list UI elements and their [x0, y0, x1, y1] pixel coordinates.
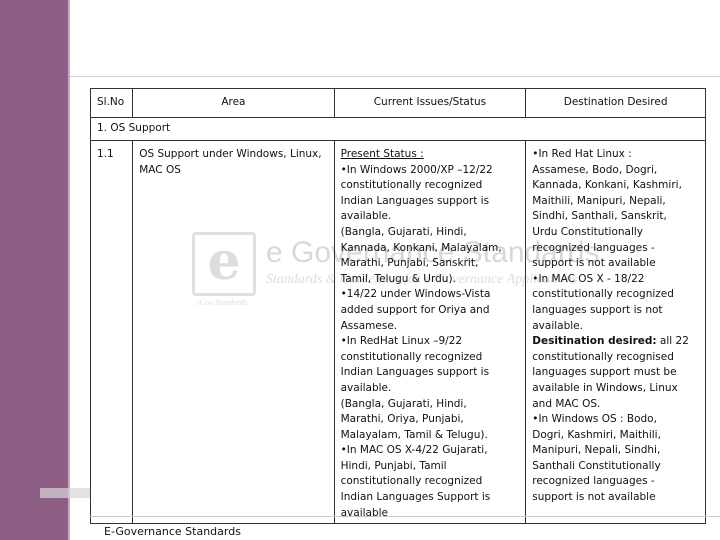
text-line: Manipuri, Nepali, Sindhi,	[532, 444, 661, 457]
text-line: available.	[532, 319, 583, 332]
text-line: (Bangla, Gujarati, Hindi,	[340, 397, 467, 410]
text-line: Indian Languages support is	[340, 194, 490, 207]
text-line: •In MAC OS X - 18/22	[532, 272, 645, 285]
destination-desired-line: Desitination desired: all 22	[532, 334, 699, 350]
text-line: Indian Languages support is	[340, 366, 490, 379]
text-line: available in Windows, Linux	[532, 381, 678, 394]
text-line: Tamil, Telugu & Urdu).	[340, 272, 456, 285]
text-line: recognized languages -	[532, 241, 655, 254]
os-support-table: Sl.No Area Current Issues/Status Destina…	[89, 88, 706, 525]
text-line: constitutionally recognized	[532, 288, 674, 301]
text-line: support is not available	[532, 491, 656, 504]
text-line: •In RedHat Linux –9/22	[340, 335, 463, 348]
row-current-status: Present Status : •In Windows 2000/XP –12…	[333, 139, 527, 525]
text-line: Kannada, Konkani, Malayalam,	[340, 241, 502, 254]
section-title: 1. OS Support	[90, 117, 706, 141]
text-line: Sindhi, Santhali, Sanskrit,	[532, 210, 667, 223]
text-line: •In Windows 2000/XP –12/22	[340, 163, 493, 176]
current-status-lines: •In Windows 2000/XP –12/22 constitutional…	[341, 163, 520, 522]
header-current-issues: Current Issues/Status	[333, 88, 527, 118]
text-line: Malayalam, Tamil & Telugu).	[340, 428, 488, 441]
text-line: Marathi, Oriya, Punjabi,	[340, 413, 464, 426]
text-line: languages support must be	[532, 366, 677, 379]
text-line: •14/22 under Windows-Vista	[340, 288, 491, 301]
text-line: (Bangla, Gujarati, Hindi,	[340, 225, 467, 238]
text-line: Hindi, Punjabi, Tamil	[340, 459, 447, 472]
destination-lines-a: •In Red Hat Linux : Assamese, Bodo, Dogri…	[532, 147, 699, 334]
text-line: recognized languages -	[532, 475, 655, 488]
text-line: languages support is not	[532, 303, 663, 316]
present-status-heading: Present Status :	[340, 148, 424, 160]
text-line: support is not available	[532, 257, 656, 270]
text-line: constitutionally recognised	[532, 350, 674, 363]
text-line: Assamese, Bodo, Dogri,	[532, 163, 658, 176]
text-line: Kannada, Konkani, Kashmiri,	[532, 179, 682, 192]
header-destination-desired: Destination Desired	[525, 88, 706, 118]
row-destination: •In Red Hat Linux : Assamese, Bodo, Dogri…	[525, 139, 706, 525]
header-area: Area	[132, 88, 335, 118]
text-line: Assamese.	[340, 319, 398, 332]
left-decorative-band	[0, 0, 68, 540]
text-line: available.	[340, 210, 392, 223]
text-line: constitutionally recognized	[340, 350, 483, 363]
footer-rule	[90, 516, 720, 517]
text-line: •In Windows OS : Bodo,	[532, 413, 657, 426]
text-line: Urdu Constitutionally	[532, 225, 644, 238]
text-line: constitutionally recognized	[340, 475, 483, 488]
text-line: Indian Languages Support is	[340, 491, 491, 504]
table-header-row: Sl.No Area Current Issues/Status Destina…	[89, 88, 706, 118]
text-line: and MAC OS.	[532, 397, 601, 410]
text-line: constitutionally recognized	[340, 179, 483, 192]
row-area: OS Support under Windows, Linux, MAC OS	[132, 139, 335, 525]
destination-lines-b: constitutionally recognised languages sup…	[532, 350, 699, 506]
text-line: Marathi, Punjabi, Sanskrit,	[340, 257, 479, 270]
table-row: 1.1 OS Support under Windows, Linux, MAC…	[89, 139, 706, 525]
decorative-stub	[40, 488, 90, 498]
text-line: •In Red Hat Linux :	[532, 148, 632, 160]
destination-desired-label: Desitination desired:	[532, 335, 657, 348]
section-row: 1. OS Support	[90, 117, 706, 141]
text-line: Maithili, Manipuri, Nepali,	[532, 194, 666, 207]
text-line: Dogri, Kashmiri, Maithili,	[532, 428, 661, 441]
top-rule	[70, 76, 720, 77]
destination-desired-rest: all 22	[656, 335, 689, 348]
text-line: Santhali Constitutionally	[532, 459, 661, 472]
text-line: added support for Oriya and	[340, 303, 490, 316]
header-sl-no: Sl.No	[89, 88, 134, 118]
footer-text: E-Governance Standards	[104, 525, 241, 538]
text-line: available	[340, 506, 389, 519]
left-band-edge	[68, 0, 70, 540]
text-line: •In MAC OS X-4/22 Gujarati,	[340, 444, 488, 457]
text-line: available.	[340, 381, 392, 394]
row-number: 1.1	[89, 139, 134, 525]
